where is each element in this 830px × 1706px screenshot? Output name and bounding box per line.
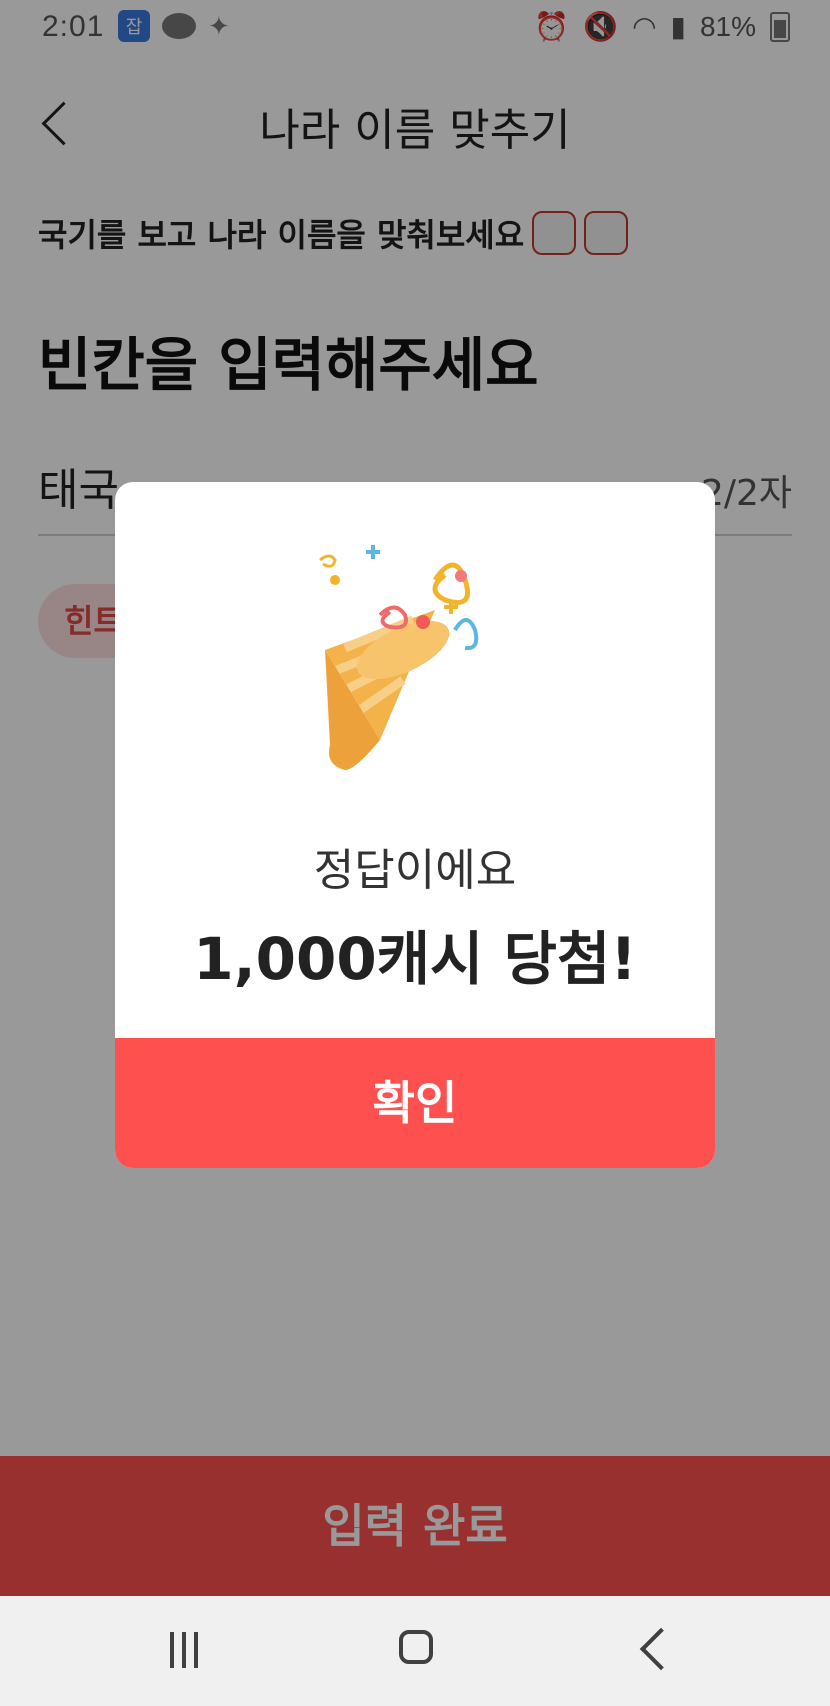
confirm-button[interactable]: 확인 — [115, 1038, 715, 1168]
dialog-prize: 1,000캐시 당첨! — [193, 925, 637, 993]
dialog-message: 정답이에요 — [313, 845, 517, 896]
result-dialog: 정답이에요 1,000캐시 당첨! 확인 — [115, 482, 715, 1168]
navbar-overlay — [0, 1596, 830, 1706]
party-popper-icon — [319, 545, 479, 770]
